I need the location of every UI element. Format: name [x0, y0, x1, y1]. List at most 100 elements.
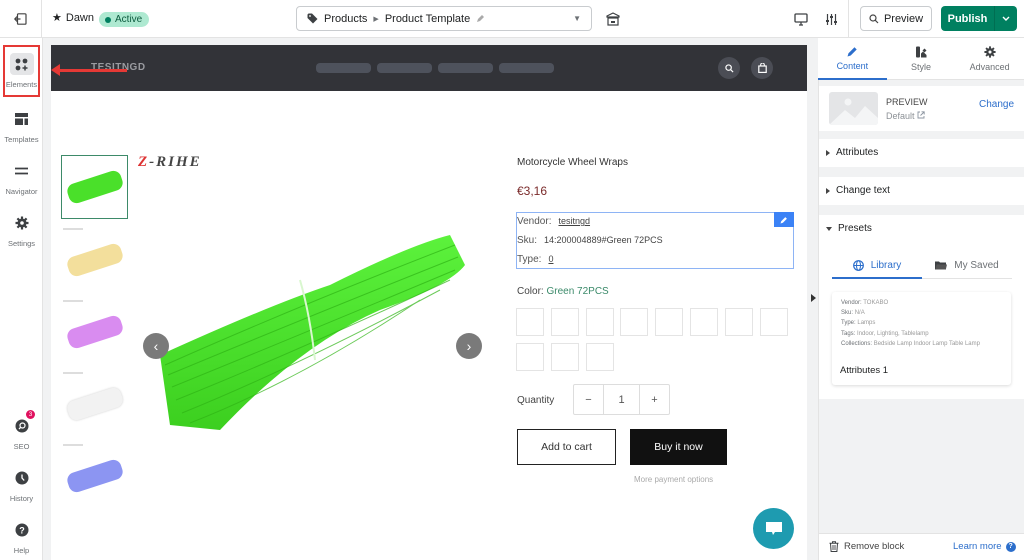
preset-line: Tags: Indoor, Lighting, Tablelamp	[841, 331, 929, 337]
tab-label: Style	[911, 61, 932, 72]
color-swatch[interactable]	[550, 308, 579, 336]
preview-image-placeholder	[829, 92, 878, 125]
nav-placeholder[interactable]	[499, 63, 554, 73]
tab-label: Content	[836, 61, 869, 71]
nav-placeholder[interactable]	[316, 63, 371, 73]
section-attributes-header[interactable]: Attributes	[826, 147, 878, 158]
attributes-block-selected[interactable]: Vendor: tesitngd Sku: 14:200004889#Green…	[516, 212, 794, 269]
product-title: Motorcycle Wheel Wraps	[517, 157, 628, 168]
store-button[interactable]	[604, 10, 622, 28]
device-desktop-button[interactable]	[792, 10, 810, 28]
tab-style[interactable]: Style	[887, 38, 956, 79]
buy-it-now-button[interactable]: Buy it now	[630, 429, 727, 465]
sidebar-item-templates[interactable]: Templates	[0, 108, 43, 144]
publish-button[interactable]: Publish	[941, 6, 995, 31]
preview-button[interactable]: Preview	[860, 6, 932, 31]
carousel-prev-button[interactable]: ‹	[143, 333, 169, 359]
color-swatch[interactable]	[655, 308, 684, 336]
thumbnail-image	[64, 241, 125, 279]
preset-line: Collections: Bedside Lamp Indoor Lamp Ta…	[841, 341, 980, 347]
status-label: Active	[115, 14, 143, 25]
nav-placeholder[interactable]	[438, 63, 493, 73]
tab-my-saved[interactable]: My Saved	[922, 252, 1012, 278]
sidebar-item-seo[interactable]: SEO	[0, 415, 43, 451]
color-swatch[interactable]	[550, 343, 579, 371]
sku-value: 14:200004889#Green 72PCS	[544, 235, 663, 245]
sidebar-label: Settings	[7, 239, 36, 248]
pencil-icon[interactable]	[476, 14, 485, 23]
product-thumbnail[interactable]	[61, 372, 128, 436]
edit-block-button[interactable]	[774, 212, 794, 227]
vendor-link[interactable]: tesitngd	[558, 216, 590, 227]
breadcrumb-separator-icon: ▶	[373, 15, 379, 23]
tab-content[interactable]: Content	[818, 38, 887, 80]
color-swatch[interactable]	[516, 343, 544, 371]
tab-library[interactable]: Library	[832, 252, 922, 279]
gear-icon	[984, 45, 996, 58]
pencil-icon	[847, 47, 857, 57]
nav-placeholder[interactable]	[377, 63, 432, 73]
type-link[interactable]: 0	[548, 254, 553, 265]
color-swatch[interactable]	[620, 308, 649, 336]
chat-button[interactable]	[753, 508, 794, 549]
preset-line: Type: Lamps	[841, 320, 876, 326]
quantity-decrease-button[interactable]: −	[574, 385, 603, 414]
external-link-icon	[917, 111, 925, 119]
publish-options-button[interactable]	[995, 6, 1017, 31]
section-label: Attributes	[836, 147, 879, 158]
folder-icon	[935, 261, 948, 269]
inspector-tabs: Content Style Advanced	[818, 38, 1024, 80]
learn-more-link[interactable]: Learn more ?	[953, 541, 1016, 552]
quantity-input[interactable]: 1	[603, 385, 640, 414]
sidebar-label: History	[9, 494, 34, 503]
add-to-cart-button[interactable]: Add to cart	[517, 429, 616, 465]
remove-block-label: Remove block	[844, 541, 905, 552]
color-swatch[interactable]	[585, 308, 614, 336]
product-thumbnail[interactable]	[61, 300, 128, 364]
type-row: Type: 0	[517, 254, 553, 265]
quantity-stepper: − 1 +	[573, 384, 670, 415]
product-price: €3,16	[517, 184, 548, 198]
preset-name: Attributes 1	[840, 365, 889, 376]
template-selector[interactable]: Products ▶ Product Template ▼	[296, 6, 592, 31]
seo-search-icon	[15, 419, 28, 433]
color-swatch[interactable]	[759, 308, 788, 336]
color-swatch[interactable]	[690, 308, 718, 336]
collapse-panel-toggle[interactable]	[811, 294, 816, 302]
change-preview-button[interactable]: Change	[979, 99, 1014, 110]
theme-settings-button[interactable]	[822, 10, 840, 28]
remove-block-button[interactable]: Remove block	[829, 541, 904, 552]
preset-card-attributes-1[interactable]: Vendor: TOKABO Sku: N/A Type: Lamps Tags…	[832, 292, 1011, 385]
color-swatch[interactable]	[724, 308, 753, 336]
color-swatch[interactable]	[516, 308, 544, 336]
sku-row: Sku: 14:200004889#Green 72PCS	[517, 235, 663, 246]
more-payment-options-link[interactable]: More payment options	[634, 475, 713, 484]
product-thumbnail[interactable]	[61, 155, 128, 219]
store-cart-button[interactable]	[751, 57, 773, 79]
quantity-increase-button[interactable]: +	[640, 385, 669, 414]
tab-advanced[interactable]: Advanced	[955, 38, 1024, 79]
section-presets-header[interactable]: Presets	[826, 223, 872, 234]
preset-line: Vendor: TOKABO	[841, 300, 889, 306]
product-thumbnail[interactable]	[61, 228, 128, 292]
product-thumbnail[interactable]	[61, 444, 128, 508]
store-search-button[interactable]	[718, 57, 740, 79]
navigator-lines-icon	[15, 167, 28, 175]
caret-down-icon	[826, 226, 832, 231]
sliders-icon	[825, 13, 837, 25]
carousel-next-button[interactable]: ›	[456, 333, 482, 359]
tab-label: Advanced	[969, 61, 1010, 72]
sidebar-item-help[interactable]: ? Help	[0, 519, 43, 555]
sidebar-label: Help	[13, 546, 30, 555]
section-change-text-header[interactable]: Change text	[826, 185, 890, 196]
sidebar-item-settings[interactable]: Settings	[0, 212, 43, 248]
sidebar-item-history[interactable]: History	[0, 467, 43, 503]
left-sidebar: Elements Templates Navigator Settings SE…	[0, 38, 43, 560]
color-swatch[interactable]	[585, 343, 614, 371]
preview-default-link[interactable]: Default	[886, 111, 925, 121]
sidebar-item-navigator[interactable]: Navigator	[0, 160, 43, 196]
sidebar-label: Templates	[4, 135, 39, 144]
exit-editor-button[interactable]	[0, 0, 42, 38]
exit-icon	[14, 13, 27, 25]
chevron-down-icon: ▼	[573, 14, 581, 23]
